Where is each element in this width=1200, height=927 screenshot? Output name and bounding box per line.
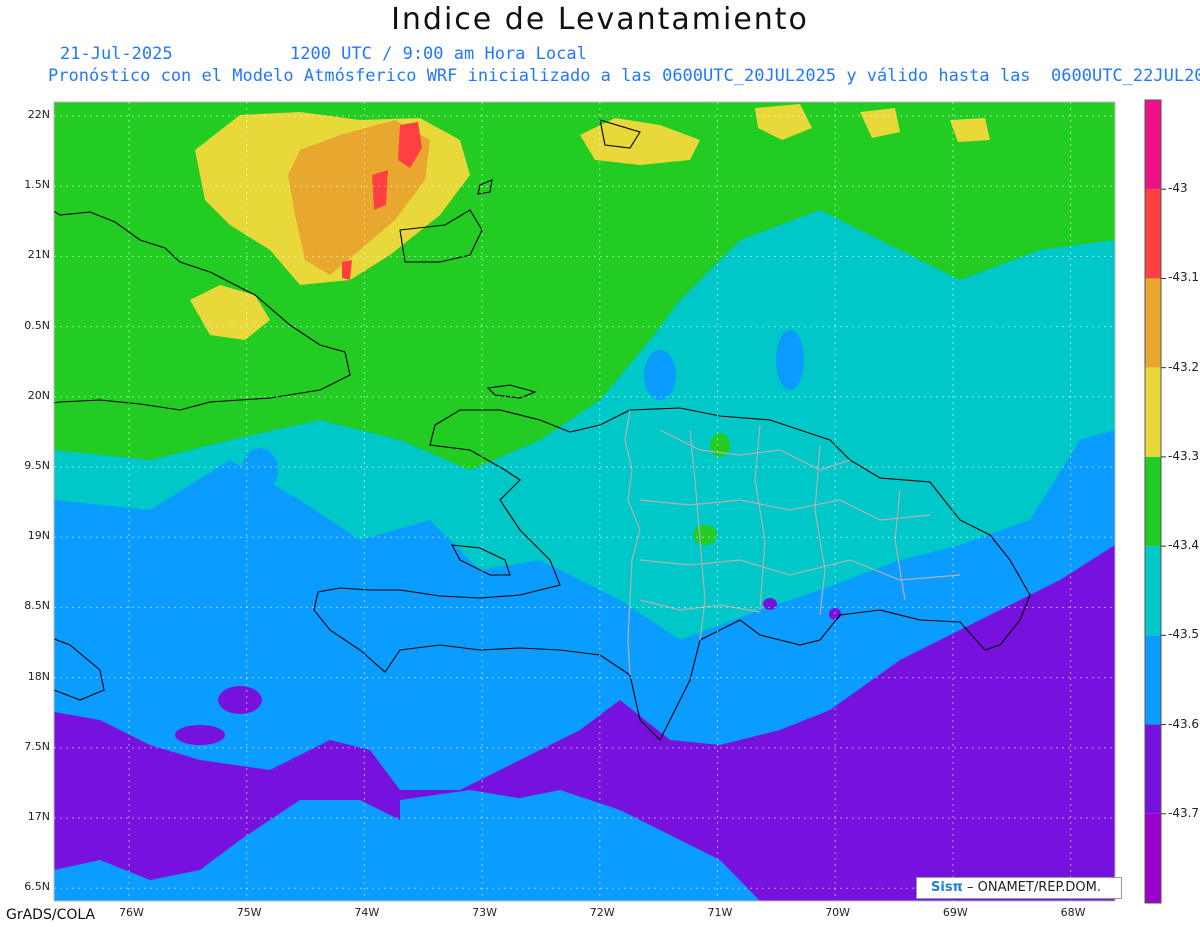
field-purple-spot-2: [175, 725, 225, 745]
lat-label: 17N: [27, 810, 50, 823]
colorbar-label: -43.4: [1168, 538, 1200, 553]
colorbar-swatch: [1145, 189, 1161, 279]
colorbar-label: -43.1: [1168, 270, 1200, 285]
credit-org: – ONAMET/REP.DOM.: [962, 880, 1101, 895]
field-green-spot-2: [693, 525, 717, 545]
field-blue-spot-2: [644, 350, 676, 400]
field-red-core-2: [372, 170, 388, 210]
lon-label: 72W: [589, 906, 615, 919]
colorbar-label: -43.6: [1168, 716, 1200, 731]
colorbar-swatch: [1145, 813, 1161, 903]
field-blue-spot-1: [776, 330, 804, 390]
colorbar-swatch: [1145, 367, 1161, 457]
lon-label: 73W: [472, 906, 497, 919]
colorbar-label: -43.7: [1168, 805, 1200, 820]
lon-label: 68W: [1060, 906, 1086, 919]
field-purple-spot-3: [763, 598, 777, 610]
lat-label: 0.5N: [24, 318, 50, 332]
colorbar-swatch: [1145, 456, 1161, 547]
lon-label: 74W: [354, 906, 380, 919]
lon-label: 69W: [942, 906, 968, 919]
lat-label: 21N: [27, 248, 50, 262]
lat-label: 1.5N: [24, 178, 50, 192]
lat-label: 19N: [27, 529, 50, 543]
grads-footer: GrADS/COLA: [6, 907, 96, 923]
lifted-index-field: [54, 102, 1115, 901]
lon-label: 71W: [707, 906, 733, 919]
colorbar-label: -43: [1168, 181, 1188, 196]
colorbar-label: -43.3: [1168, 448, 1200, 463]
lat-label: 7.5N: [24, 739, 50, 753]
colorbar-swatch: [1145, 278, 1161, 368]
colorbar-swatch: [1145, 100, 1161, 190]
colorbar-label: -43.2: [1168, 359, 1200, 374]
lat-label: 22N: [27, 108, 50, 121]
credit-box: Sisπ – ONAMET/REP.DOM.: [916, 877, 1122, 899]
lat-label: 6.5N: [24, 880, 50, 894]
colorbar-label: -43.5: [1168, 627, 1200, 642]
field-purple-spot-1: [218, 686, 262, 714]
map-svg: [53, 99, 1166, 904]
credit-logo: Sisπ: [931, 880, 963, 895]
lat-label: 8.5N: [24, 599, 50, 613]
colorbar-swatch: [1145, 546, 1161, 636]
colorbar: [1144, 99, 1166, 904]
lat-label: 20N: [27, 388, 50, 402]
lon-label: 75W: [236, 906, 262, 919]
lat-label: 18N: [27, 669, 50, 683]
lon-label: 76W: [119, 906, 144, 919]
lon-label: 70W: [825, 906, 851, 919]
colorbar-swatch: [1145, 635, 1161, 725]
colorbar-swatch: [1145, 724, 1161, 814]
field-blue-spot-3: [242, 448, 278, 492]
lat-label: 9.5N: [24, 459, 50, 472]
